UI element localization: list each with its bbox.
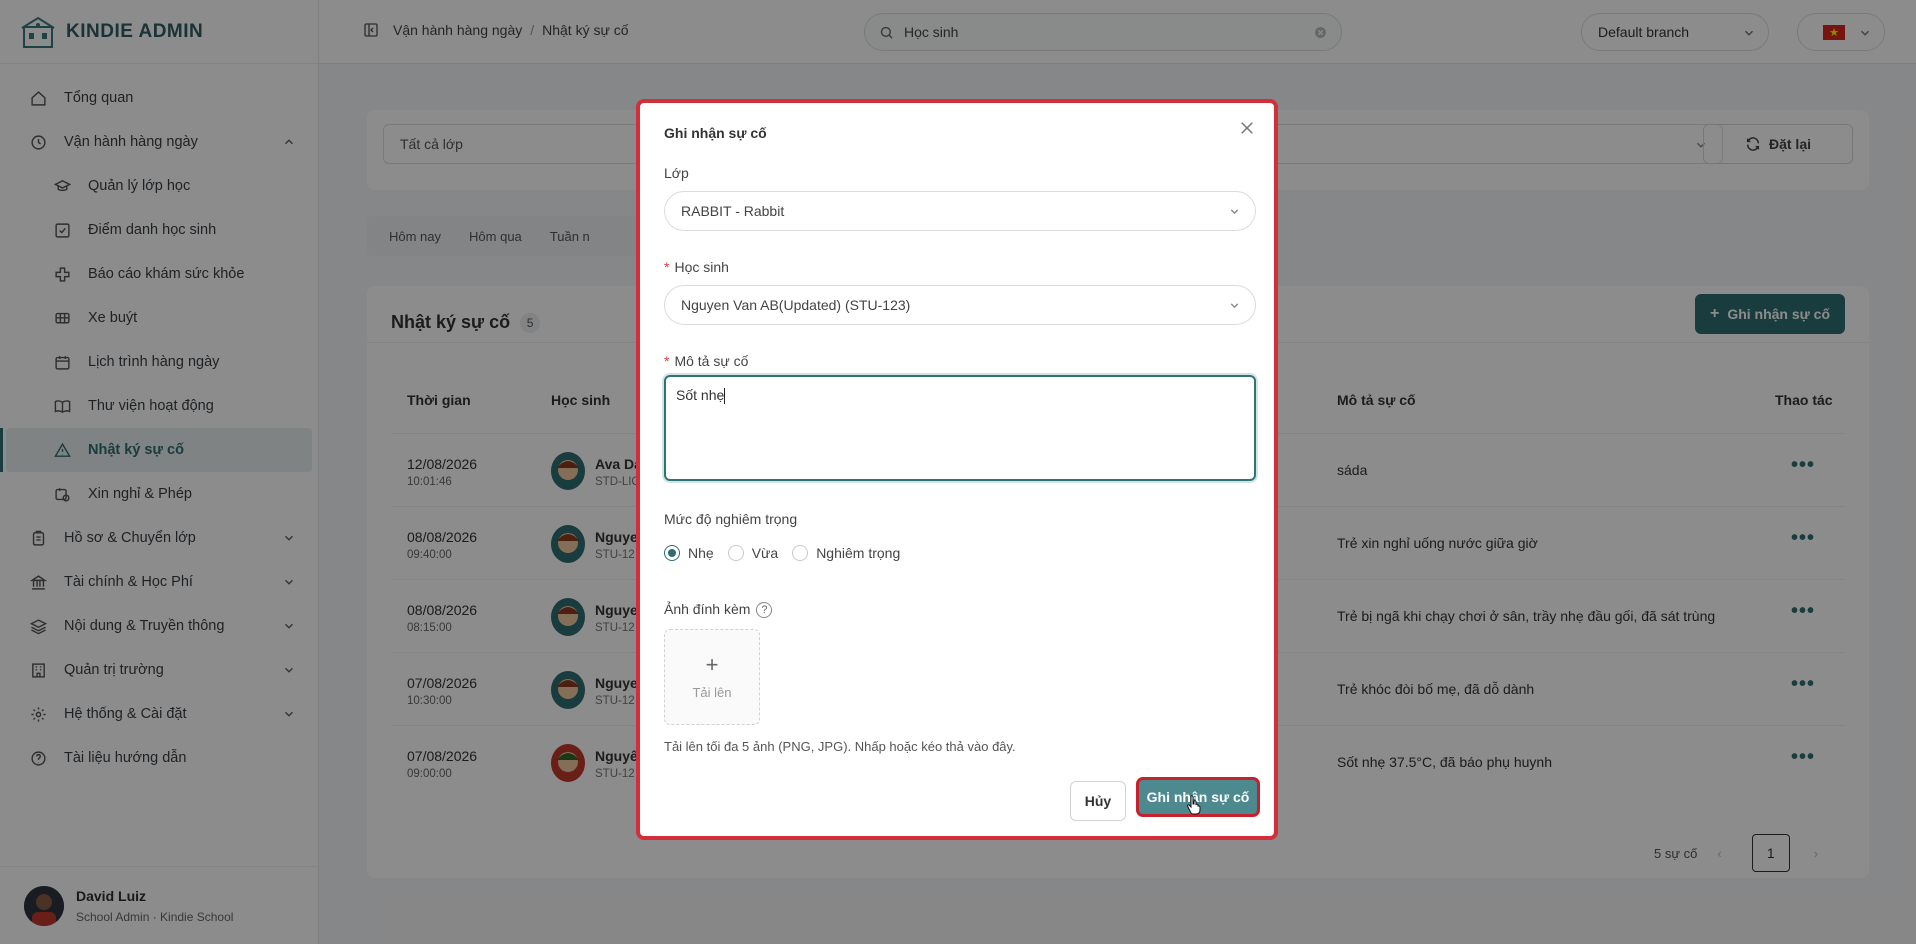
chevron-down-icon xyxy=(1230,209,1239,215)
required-marker: * xyxy=(664,353,670,369)
severity-label: Mức độ nghiêm trọng xyxy=(664,511,798,527)
student-label: * Học sinh xyxy=(664,259,729,275)
upload-label: Tải lên xyxy=(692,684,732,700)
class-select[interactable]: RABBIT - Rabbit xyxy=(664,191,1256,231)
severity-option-label: Vừa xyxy=(751,545,779,561)
description-textarea[interactable]: Sốt nhẹ xyxy=(664,375,1256,481)
record-incident-modal: Ghi nhận sự cố Lớp RABBIT - Rabbit * Học … xyxy=(636,99,1278,840)
radio-unselected[interactable] xyxy=(792,545,809,561)
close-icon[interactable] xyxy=(1238,119,1256,137)
required-marker: * xyxy=(664,259,670,275)
upload-dropzone[interactable]: + Tải lên xyxy=(664,629,760,725)
class-label: Lớp xyxy=(664,165,689,181)
severity-radio-group: Nhẹ Vừa Nghiêm trọng xyxy=(664,545,914,561)
severity-option-label: Nghiêm trọng xyxy=(816,545,901,561)
student-label-text: Học sinh xyxy=(674,259,729,275)
severity-option-label: Nhẹ xyxy=(688,545,714,561)
description-value: Sốt nhẹ xyxy=(676,387,725,403)
chevron-down-icon xyxy=(1230,303,1239,309)
radio-selected[interactable] xyxy=(664,545,680,561)
radio-unselected[interactable] xyxy=(727,545,744,561)
severity-option-severe[interactable]: Nghiêm trọng xyxy=(792,545,900,561)
attachment-label-text: Ảnh đính kèm xyxy=(664,601,751,617)
upload-hint: Tải lên tối đa 5 ảnh (PNG, JPG). Nhấp ho… xyxy=(664,739,1016,754)
student-value: Nguyen Van AB(Updated) (STU-123) xyxy=(681,297,911,313)
severity-option-medium[interactable]: Vừa xyxy=(727,545,779,561)
student-select[interactable]: Nguyen Van AB(Updated) (STU-123) xyxy=(664,285,1256,325)
description-label-text: Mô tả sự cố xyxy=(674,353,749,369)
plus-icon: + xyxy=(705,651,719,677)
hand-cursor-icon xyxy=(1186,795,1201,815)
description-label: * Mô tả sự cố xyxy=(664,353,748,369)
class-value: RABBIT - Rabbit xyxy=(681,203,785,219)
help-icon[interactable]: ? xyxy=(756,602,773,619)
attachment-label: Ảnh đính kèm? xyxy=(664,601,773,619)
severity-option-mild[interactable]: Nhẹ xyxy=(664,545,714,561)
text-caret xyxy=(724,388,726,405)
cancel-button[interactable]: Hủy xyxy=(1070,781,1126,821)
modal-title: Ghi nhận sự cố xyxy=(664,125,767,141)
